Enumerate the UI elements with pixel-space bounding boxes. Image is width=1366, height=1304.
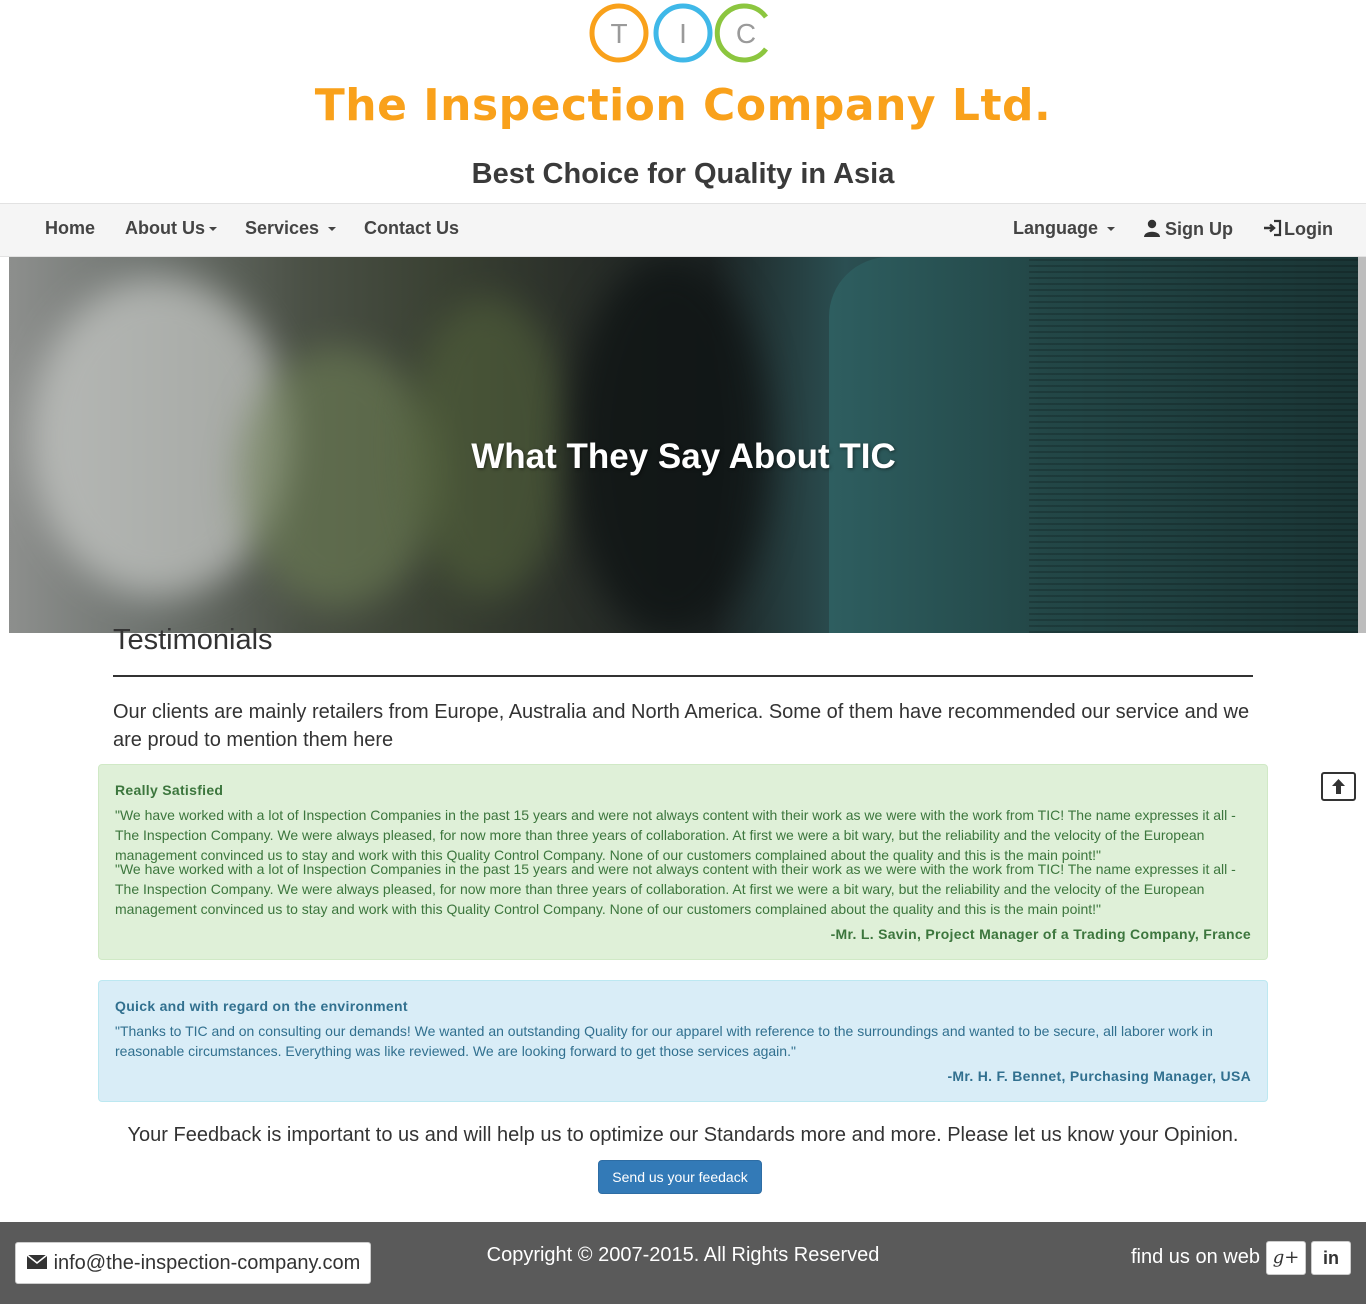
hero-bg-shape [239,347,439,607]
testimonial-quote: "Thanks to TIC and on consulting our dem… [115,1023,1213,1059]
nav-about-dropdown[interactable]: About Us [125,218,217,239]
testimonial-title: Quick and with regard on the environment [115,998,408,1014]
scroll-to-top-button[interactable] [1321,772,1356,801]
google-plus-icon[interactable]: g+ [1266,1241,1306,1275]
intro-text: Our clients are mainly retailers from Eu… [113,701,1250,751]
nav-about-label: About Us [125,218,205,238]
nav-services-dropdown[interactable]: Services [245,218,337,239]
nav-contact-label: Contact Us [364,218,460,238]
testimonial-title: Really Satisfied [115,782,224,798]
hero-edge [1358,257,1366,633]
feedback-text: Your Feedback is important to us and wil… [127,1124,1239,1146]
testimonial-panel: Quick and with regard on the environment… [98,980,1268,1102]
footer: info@the-inspection-company.com Copyrigh… [0,1222,1366,1304]
nav-language-dropdown[interactable]: Language [1013,218,1116,239]
send-feedback-button[interactable]: Send us your feedack [598,1160,762,1194]
divider [113,675,1253,677]
chevron-down-icon [328,227,337,232]
linkedin-icon[interactable]: in [1311,1241,1351,1275]
testimonial-panel: Really Satisfied "We have worked with a … [98,764,1268,960]
nav-home[interactable]: Home [45,218,95,239]
logo-letter-t: T [610,18,627,49]
nav-signup[interactable]: Sign Up [1143,219,1233,242]
testimonial-author: -Mr. L. Savin, Project Manager of a Trad… [826,926,1251,942]
nav-login-label: Login [1284,219,1333,239]
section-heading: Testimonials [113,624,273,656]
arrow-up-icon [1332,779,1345,794]
testimonial-author: -Mr. H. F. Bennet, Purchasing Manager, U… [947,1068,1251,1084]
chevron-down-icon [209,227,217,232]
login-icon [1263,219,1283,242]
chevron-down-icon [1107,227,1116,232]
company-name: The Inspection Company Ltd. [314,80,1052,131]
nav-services-label: Services [245,218,320,238]
nav-contact[interactable]: Contact Us [364,218,459,239]
logo-letter-c: C [736,18,756,49]
nav-home-label: Home [45,218,96,238]
navbar: Home About Us Services Contact Us Langua… [0,203,1366,257]
testimonial-quote: "We have worked with a lot of Inspection… [115,807,1236,863]
user-icon [1143,219,1161,242]
logo[interactable]: T I C [588,2,780,64]
testimonial-quote-duplicate: "We have worked with a lot of Inspection… [115,861,1236,917]
nav-signup-label: Sign Up [1165,219,1233,239]
hero-title: What They Say About TIC [471,437,896,476]
nav-login[interactable]: Login [1263,219,1333,242]
logo-letter-i: I [679,18,687,49]
tagline: Best Choice for Quality in Asia [471,158,895,190]
hero-banner: What They Say About TIC [9,257,1358,633]
find-us-label: find us on web [1131,1246,1260,1268]
nav-language-label: Language [1013,218,1099,238]
